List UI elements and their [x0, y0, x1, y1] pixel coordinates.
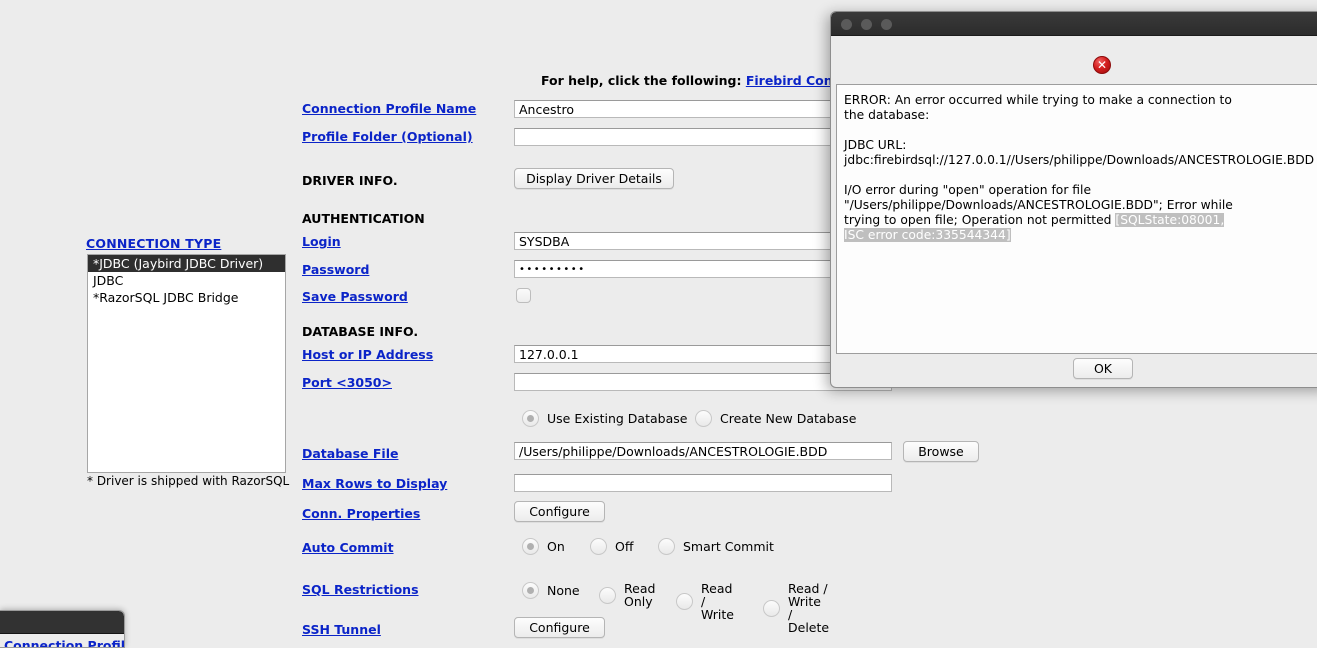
radio-label: Read / Write — [701, 581, 735, 622]
browse-button[interactable]: Browse — [903, 441, 979, 462]
connection-type-item-jaybird[interactable]: *JDBC (Jaybird JDBC Driver) — [88, 255, 285, 272]
radio-dot-icon — [599, 586, 616, 604]
error-circle-x-icon: ✕ — [1093, 56, 1111, 74]
radio-auto-commit-smart[interactable]: Smart Commit — [658, 538, 774, 555]
display-driver-details-button[interactable]: Display Driver Details — [514, 168, 674, 189]
label-profile-folder[interactable]: Profile Folder (Optional) — [302, 129, 473, 144]
error-message-text: ERROR: An error occurred while trying to… — [844, 93, 1315, 227]
radio-label: Create New Database — [720, 411, 857, 426]
radio-sql-none[interactable]: None — [522, 582, 580, 599]
radio-sql-read-only[interactable]: Read Only — [599, 582, 655, 608]
label-host-or-ip[interactable]: Host or IP Address — [302, 347, 433, 362]
radio-label: On — [547, 539, 565, 554]
label-sql-restrictions[interactable]: SQL Restrictions — [302, 582, 419, 597]
driver-footnote: * Driver is shipped with RazorSQL — [87, 474, 290, 488]
error-dialog-titlebar[interactable] — [831, 12, 1317, 36]
radio-label: Read / Write / Delete — [788, 581, 830, 635]
radio-auto-commit-off[interactable]: Off — [590, 538, 633, 555]
connection-type-heading: CONNECTION TYPE — [86, 236, 222, 251]
label-database-info: DATABASE INFO. — [302, 324, 419, 339]
radio-dot-icon — [763, 599, 780, 617]
label-conn-properties[interactable]: Conn. Properties — [302, 506, 420, 521]
save-password-checkbox[interactable] — [516, 288, 531, 303]
label-login[interactable]: Login — [302, 234, 341, 249]
radio-sql-read-write[interactable]: Read / Write — [676, 582, 734, 621]
label-save-password[interactable]: Save Password — [302, 289, 408, 304]
background-window-label: Connection Profile — [4, 638, 125, 648]
label-ssh-tunnel[interactable]: SSH Tunnel — [302, 622, 381, 637]
background-window-peek[interactable]: Connection Profile — [0, 610, 125, 648]
label-max-rows[interactable]: Max Rows to Display — [302, 476, 447, 491]
connection-type-list[interactable]: *JDBC (Jaybird JDBC Driver) JDBC *RazorS… — [87, 254, 286, 473]
database-file-input[interactable]: /Users/philippe/Downloads/ANCESTROLOGIE.… — [514, 442, 892, 460]
close-icon[interactable] — [841, 19, 852, 30]
error-dialog-icon-bar: ✕ — [831, 36, 1317, 86]
label-port[interactable]: Port <3050> — [302, 375, 392, 390]
connection-type-item-razorsql-bridge[interactable]: *RazorSQL JDBC Bridge — [88, 289, 285, 306]
conn-properties-configure-button[interactable]: Configure — [514, 501, 605, 522]
radio-dot-icon — [695, 410, 712, 427]
help-prefix-text: For help, click the following: — [541, 73, 742, 88]
radio-dot-icon — [522, 538, 539, 555]
label-password[interactable]: Password — [302, 262, 369, 277]
radio-dot-icon — [658, 538, 675, 555]
radio-dot-icon — [522, 582, 539, 599]
radio-auto-commit-on[interactable]: On — [522, 538, 565, 555]
radio-dot-icon — [522, 410, 539, 427]
radio-dot-icon — [590, 538, 607, 555]
minimize-icon[interactable] — [861, 19, 872, 30]
radio-use-existing-database[interactable]: Use Existing Database — [522, 410, 687, 427]
connection-type-item-jdbc[interactable]: JDBC — [88, 272, 285, 289]
background-window-titlebar — [0, 611, 124, 634]
maximize-icon[interactable] — [881, 19, 892, 30]
label-auto-commit[interactable]: Auto Commit — [302, 540, 394, 555]
radio-label: Read Only — [624, 581, 656, 609]
error-dialog: ✕ ERROR: An error occurred while trying … — [830, 11, 1317, 388]
radio-label: Off — [615, 539, 634, 554]
radio-create-new-database[interactable]: Create New Database — [695, 410, 856, 427]
ssh-tunnel-configure-button[interactable]: Configure — [514, 617, 605, 638]
label-database-file[interactable]: Database File — [302, 446, 398, 461]
ok-button[interactable]: OK — [1073, 358, 1133, 379]
radio-label: None — [547, 583, 580, 598]
max-rows-input[interactable] — [514, 474, 892, 492]
radio-sql-read-write-delete[interactable]: Read / Write / Delete — [763, 582, 829, 634]
label-connection-profile-name[interactable]: Connection Profile Name — [302, 101, 476, 116]
error-message-textarea[interactable]: ERROR: An error occurred while trying to… — [836, 84, 1317, 354]
label-driver-info: DRIVER INFO. — [302, 173, 398, 188]
radio-label: Smart Commit — [683, 539, 774, 554]
label-authentication: AUTHENTICATION — [302, 211, 425, 226]
radio-dot-icon — [676, 593, 693, 610]
radio-label: Use Existing Database — [547, 411, 688, 426]
